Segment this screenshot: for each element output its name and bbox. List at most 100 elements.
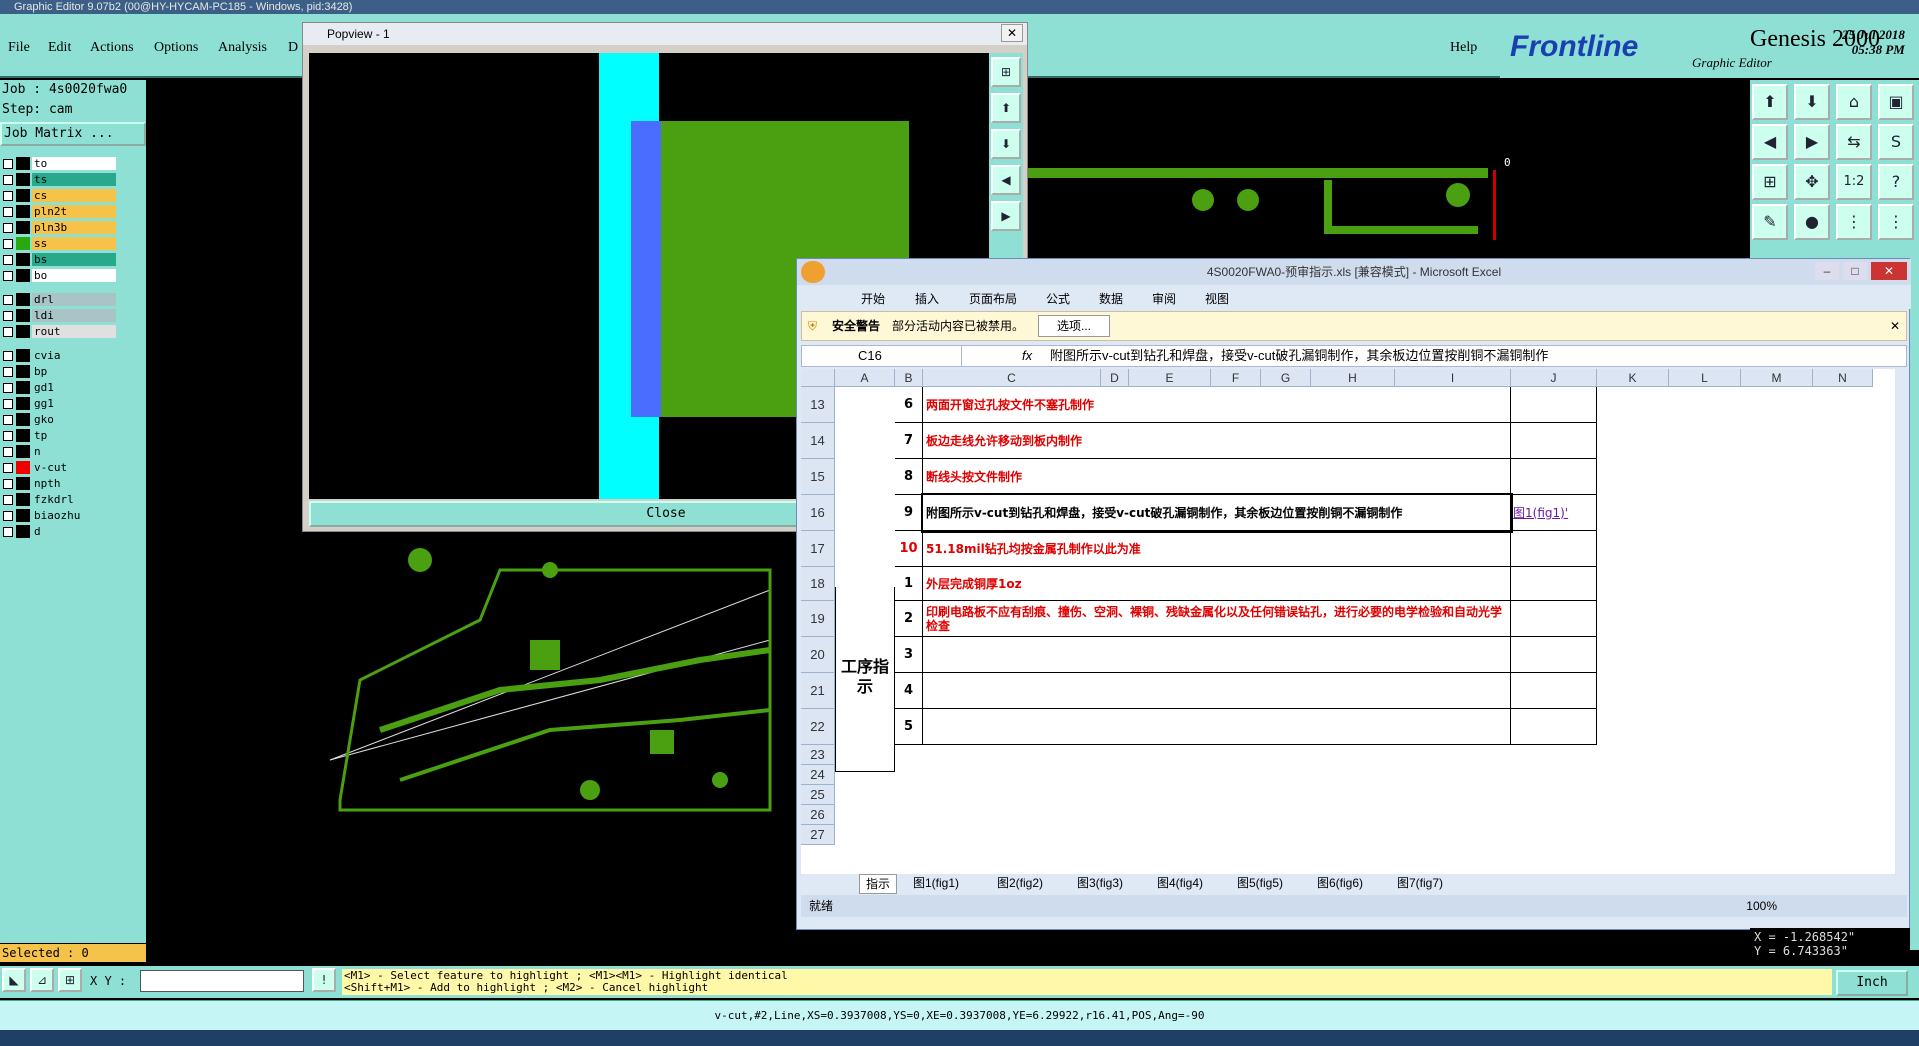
instruction-cell[interactable]: 51.18mil钻孔均按金属孔制作以此为准 xyxy=(923,531,1511,567)
item-number-cell[interactable]: 10 xyxy=(895,531,923,567)
layer-color-swatch[interactable] xyxy=(16,189,30,202)
column-header[interactable]: G xyxy=(1261,369,1311,387)
units-selector[interactable]: Inch xyxy=(1836,970,1908,996)
item-number-cell[interactable]: 7 xyxy=(895,423,923,459)
layer-color-swatch[interactable] xyxy=(16,397,30,410)
section-label-cell[interactable]: 工序指示 xyxy=(835,587,895,772)
row-header[interactable]: 16 xyxy=(801,495,835,531)
pop-right-icon[interactable]: ▶ xyxy=(991,201,1021,231)
measure-tool-icon[interactable]: ⊿ xyxy=(30,968,54,992)
layer-row[interactable]: to xyxy=(0,156,116,171)
name-box[interactable]: C16 xyxy=(802,346,962,366)
column-header[interactable]: D xyxy=(1101,369,1129,387)
note-cell[interactable] xyxy=(1511,423,1597,459)
excel-close-icon[interactable]: ✕ xyxy=(1871,262,1907,280)
layer-checkbox[interactable] xyxy=(3,223,13,233)
note-cell[interactable] xyxy=(1511,387,1597,423)
net-highlight-icon[interactable]: ⋮ xyxy=(1878,204,1914,240)
layer-row[interactable]: fzkdrl xyxy=(0,492,116,507)
item-number-cell[interactable]: 2 xyxy=(895,601,923,637)
zoom-home-icon[interactable]: ⬆ xyxy=(1752,84,1788,120)
net-icon[interactable]: ⋮ xyxy=(1836,204,1872,240)
column-header[interactable]: C xyxy=(923,369,1101,387)
tab-review[interactable]: 审阅 xyxy=(1152,290,1176,307)
pop-zoom-icon[interactable]: ⊞ xyxy=(991,57,1021,87)
row-header[interactable]: 24 xyxy=(801,765,835,785)
measure-icon[interactable]: ✎ xyxy=(1752,204,1788,240)
column-header[interactable]: E xyxy=(1129,369,1211,387)
tab-insert[interactable]: 插入 xyxy=(915,290,939,307)
item-number-cell[interactable]: 4 xyxy=(895,673,923,709)
note-cell[interactable] xyxy=(1511,459,1597,495)
layer-checkbox[interactable] xyxy=(3,463,13,473)
grid-tool-icon[interactable]: ⊞ xyxy=(58,968,82,992)
scale-icon[interactable]: 1:2 xyxy=(1836,164,1872,200)
layer-row[interactable]: cs xyxy=(0,188,116,203)
item-number-cell[interactable]: 1 xyxy=(895,567,923,601)
row-header[interactable]: 21 xyxy=(801,673,835,709)
row-header[interactable]: 22 xyxy=(801,709,835,745)
tab-page-layout[interactable]: 页面布局 xyxy=(969,290,1017,307)
layer-checkbox[interactable] xyxy=(3,175,13,185)
row-header[interactable]: 13 xyxy=(801,387,835,423)
row-header[interactable]: 27 xyxy=(801,825,835,845)
instruction-cell[interactable]: 两面开窗过孔按文件不塞孔制作 xyxy=(923,387,1511,423)
column-header[interactable]: I xyxy=(1395,369,1511,387)
layer-checkbox[interactable] xyxy=(3,295,13,305)
tab-formulas[interactable]: 公式 xyxy=(1046,290,1070,307)
excel-maximize-icon[interactable]: □ xyxy=(1843,262,1867,280)
column-header[interactable]: H xyxy=(1311,369,1395,387)
sheet-tab[interactable]: 图2(fig2) xyxy=(997,874,1043,892)
instruction-cell[interactable] xyxy=(923,709,1511,745)
pcb-canvas-upper[interactable] xyxy=(1028,160,1498,260)
row-header[interactable]: 25 xyxy=(801,785,835,805)
layer-color-swatch[interactable] xyxy=(16,525,30,538)
layer-color-swatch[interactable] xyxy=(16,293,30,306)
note-cell[interactable] xyxy=(1511,637,1597,673)
zoom-level[interactable]: 100% xyxy=(1746,895,1777,917)
layer-row[interactable]: biaozhu xyxy=(0,508,116,523)
layer-checkbox[interactable] xyxy=(3,527,13,537)
layer-checkbox[interactable] xyxy=(3,447,13,457)
menu-help[interactable]: Help xyxy=(1450,40,1477,56)
layer-row[interactable]: ldi xyxy=(0,308,116,323)
fit-icon[interactable]: ⊞ xyxy=(1752,164,1788,200)
layer-color-swatch[interactable] xyxy=(16,461,30,474)
layer-row[interactable]: n xyxy=(0,444,116,459)
options-button[interactable]: 选项... xyxy=(1038,315,1111,337)
pop-down-icon[interactable]: ⬇ xyxy=(991,129,1021,159)
security-close-icon[interactable]: ✕ xyxy=(1890,312,1900,340)
row-header[interactable]: 15 xyxy=(801,459,835,495)
column-header[interactable]: A xyxy=(835,369,895,387)
layer-row[interactable]: ss xyxy=(0,236,116,251)
menu-options[interactable]: Options xyxy=(154,40,198,56)
column-header[interactable]: M xyxy=(1741,369,1813,387)
sheet-tab[interactable]: 图1(fig1) xyxy=(913,874,959,892)
sheet-tab[interactable]: 图7(fig7) xyxy=(1397,874,1443,892)
layer-color-swatch[interactable] xyxy=(16,477,30,490)
layer-checkbox[interactable] xyxy=(3,239,13,249)
formula-input[interactable]: 附图所示v-cut到钻孔和焊盘，接受v-cut破孔漏铜制作，其余板边位置按削铜不… xyxy=(1050,346,1548,366)
move-right-icon[interactable]: ▶ xyxy=(1794,124,1830,160)
window-icon[interactable]: ▣ xyxy=(1878,84,1914,120)
zoom-down-icon[interactable]: ⬇ xyxy=(1794,84,1830,120)
selected-cell[interactable]: 附图所示v-cut到钻孔和焊盘，接受v-cut破孔漏铜制作，其余板边位置按削铜不… xyxy=(921,493,1513,533)
layer-row[interactable]: gko xyxy=(0,412,116,427)
layer-color-swatch[interactable] xyxy=(16,157,30,170)
close-icon[interactable]: ✕ xyxy=(1001,24,1023,42)
layer-checkbox[interactable] xyxy=(3,415,13,425)
layer-color-swatch[interactable] xyxy=(16,413,30,426)
layer-checkbox[interactable] xyxy=(3,159,13,169)
xy-input[interactable] xyxy=(140,970,304,992)
pop-left-icon[interactable]: ◀ xyxy=(991,165,1021,195)
layer-row[interactable]: tp xyxy=(0,428,116,443)
layer-color-swatch[interactable] xyxy=(16,253,30,266)
probe-icon[interactable]: ● xyxy=(1794,204,1830,240)
instruction-cell[interactable]: 断线头按文件制作 xyxy=(923,459,1511,495)
layer-row[interactable]: bp xyxy=(0,364,116,379)
layer-color-swatch[interactable] xyxy=(16,205,30,218)
figure-link[interactable]: 图1(fig1)' xyxy=(1511,495,1597,531)
layer-row[interactable]: pln2t xyxy=(0,204,116,219)
layer-color-swatch[interactable] xyxy=(16,221,30,234)
menu-file[interactable]: File xyxy=(8,40,30,56)
